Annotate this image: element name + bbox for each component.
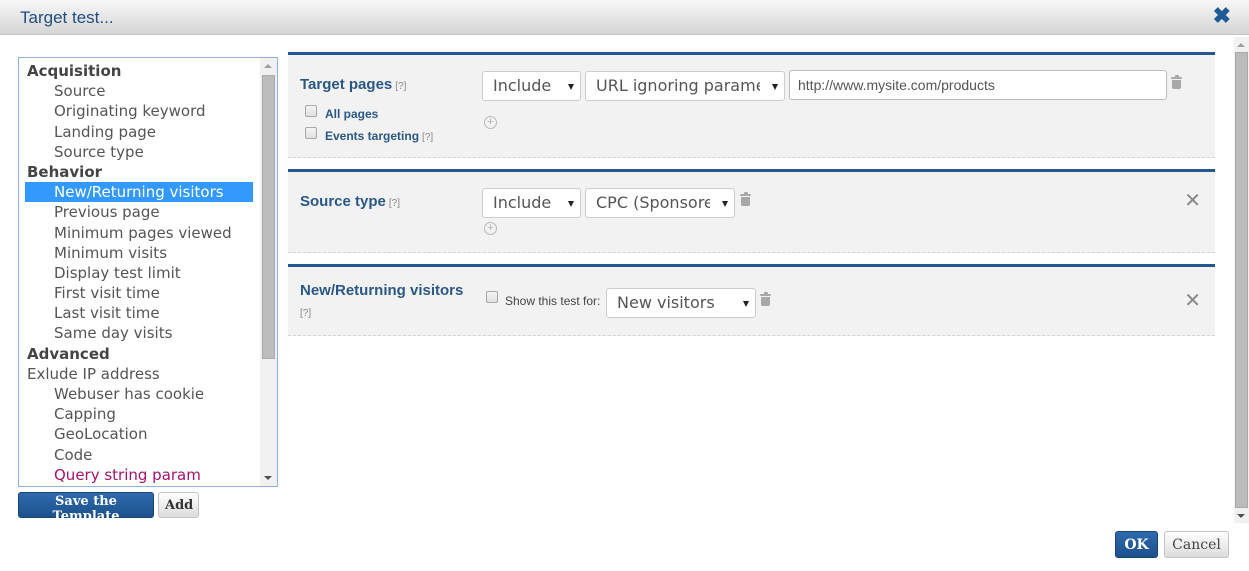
add-condition-plus-icon[interactable]: + (484, 222, 497, 235)
cancel-button[interactable]: Cancel (1164, 531, 1229, 558)
list-item[interactable]: Exlude IP address (25, 364, 253, 384)
list-item[interactable]: Query string param (25, 465, 253, 485)
dialog-titlebar: Target test... ✖ (0, 0, 1249, 35)
list-item[interactable]: Minimum visits (25, 243, 253, 263)
all-pages-checkbox[interactable] (305, 105, 317, 117)
list-item[interactable]: Source (25, 81, 253, 101)
main-scrollbar[interactable] (1234, 37, 1249, 523)
events-targeting-label[interactable]: Events targeting [?] (325, 129, 433, 143)
save-template-button[interactable]: Save the Template (18, 492, 154, 524)
events-targeting-help-link[interactable]: [?] (422, 132, 433, 143)
listbox-scrollbar[interactable] (260, 58, 277, 486)
new-returning-title: New/Returning visitors (300, 282, 464, 299)
list-item[interactable]: GeoLocation (25, 424, 253, 444)
source-type-include-select[interactable]: Include (482, 188, 581, 218)
criteria-list: Acquisition Source Originating keyword Land… (19, 58, 277, 485)
remove-panel-close-icon[interactable]: ✕ (1184, 291, 1201, 311)
chevron-down-icon (568, 84, 574, 90)
events-targeting-checkbox[interactable] (305, 127, 317, 139)
show-test-for-checkbox[interactable] (486, 291, 498, 303)
list-item[interactable]: Capping (25, 404, 253, 424)
source-type-help-link[interactable]: [?] (389, 198, 400, 209)
include-select-value: Include (493, 193, 552, 212)
list-item[interactable]: Code (25, 445, 253, 465)
visitor-type-select-value: New visitors (617, 293, 715, 312)
list-group-header: Acquisition (27, 62, 122, 80)
list-item[interactable]: Webuser has cookie (25, 384, 253, 404)
list-item[interactable]: Same day visits (25, 323, 253, 343)
add-condition-plus-icon[interactable]: + (484, 116, 497, 129)
list-item[interactable]: Landing page (25, 122, 253, 142)
source-type-select[interactable]: CPC (Sponsore (585, 188, 735, 218)
events-targeting-text: Events targeting (325, 129, 420, 143)
all-pages-label[interactable]: All pages (325, 107, 378, 121)
dialog-title: Target test... (20, 8, 114, 27)
target-pages-help-link[interactable]: [?] (395, 81, 406, 92)
target-pages-panel: Target pages [?] All pages Events targeti… (288, 52, 1215, 158)
match-select-value: URL ignoring parame (596, 76, 760, 95)
chevron-down-icon (772, 84, 778, 90)
list-item[interactable]: New/Returning visitors (25, 182, 253, 203)
scrollbar-thumb[interactable] (1235, 52, 1248, 508)
trash-icon[interactable] (740, 192, 751, 206)
target-pages-title: Target pages [?] (300, 76, 406, 93)
list-item[interactable]: Originating keyword (25, 101, 253, 121)
scroll-down-arrow-icon[interactable] (264, 476, 272, 480)
target-pages-include-select[interactable]: Include (482, 71, 581, 101)
chevron-down-icon (722, 201, 728, 207)
list-item[interactable]: Minimum pages viewed (25, 223, 253, 243)
source-type-panel: Source type [?] Include CPC (Sponsore + ✕ (288, 169, 1215, 253)
new-returning-visitors-panel: New/Returning visitors [?] Show this tes… (288, 264, 1215, 336)
include-select-value: Include (493, 76, 552, 95)
source-type-label: Source type (300, 193, 386, 210)
scroll-down-arrow-icon[interactable] (1237, 514, 1245, 518)
ok-button[interactable]: OK (1115, 531, 1158, 558)
list-item[interactable]: Display test limit (25, 263, 253, 283)
trash-icon[interactable] (1171, 75, 1182, 89)
scroll-up-arrow-icon[interactable] (264, 64, 272, 68)
close-x-icon[interactable]: ✖ (1213, 5, 1231, 27)
list-item[interactable]: Last visit time (25, 303, 253, 323)
scroll-up-arrow-icon[interactable] (1237, 43, 1245, 47)
show-test-for-label: Show this test for: (505, 294, 601, 308)
list-group-header: Behavior (27, 162, 103, 181)
scrollbar-thumb[interactable] (262, 75, 275, 359)
trash-icon[interactable] (760, 292, 771, 306)
list-item[interactable]: Previous page (25, 202, 253, 222)
list-item[interactable]: Source type (25, 142, 253, 162)
chevron-down-icon (568, 201, 574, 207)
visitor-type-select[interactable]: New visitors (606, 288, 756, 318)
url-input[interactable] (789, 70, 1167, 100)
url-match-type-select[interactable]: URL ignoring parame (585, 71, 785, 101)
source-type-title: Source type [?] (300, 193, 400, 210)
add-button[interactable]: Add (158, 492, 199, 518)
list-group-header: Advanced (27, 344, 110, 363)
criteria-listbox[interactable]: Acquisition Source Originating keyword Land… (18, 57, 278, 487)
source-type-select-value: CPC (Sponsore (596, 193, 710, 212)
new-returning-help-link[interactable]: [?] (300, 308, 311, 319)
list-item[interactable]: First visit time (25, 283, 253, 303)
chevron-down-icon (743, 301, 749, 307)
target-pages-label: Target pages (300, 76, 393, 93)
remove-panel-close-icon[interactable]: ✕ (1184, 191, 1201, 211)
